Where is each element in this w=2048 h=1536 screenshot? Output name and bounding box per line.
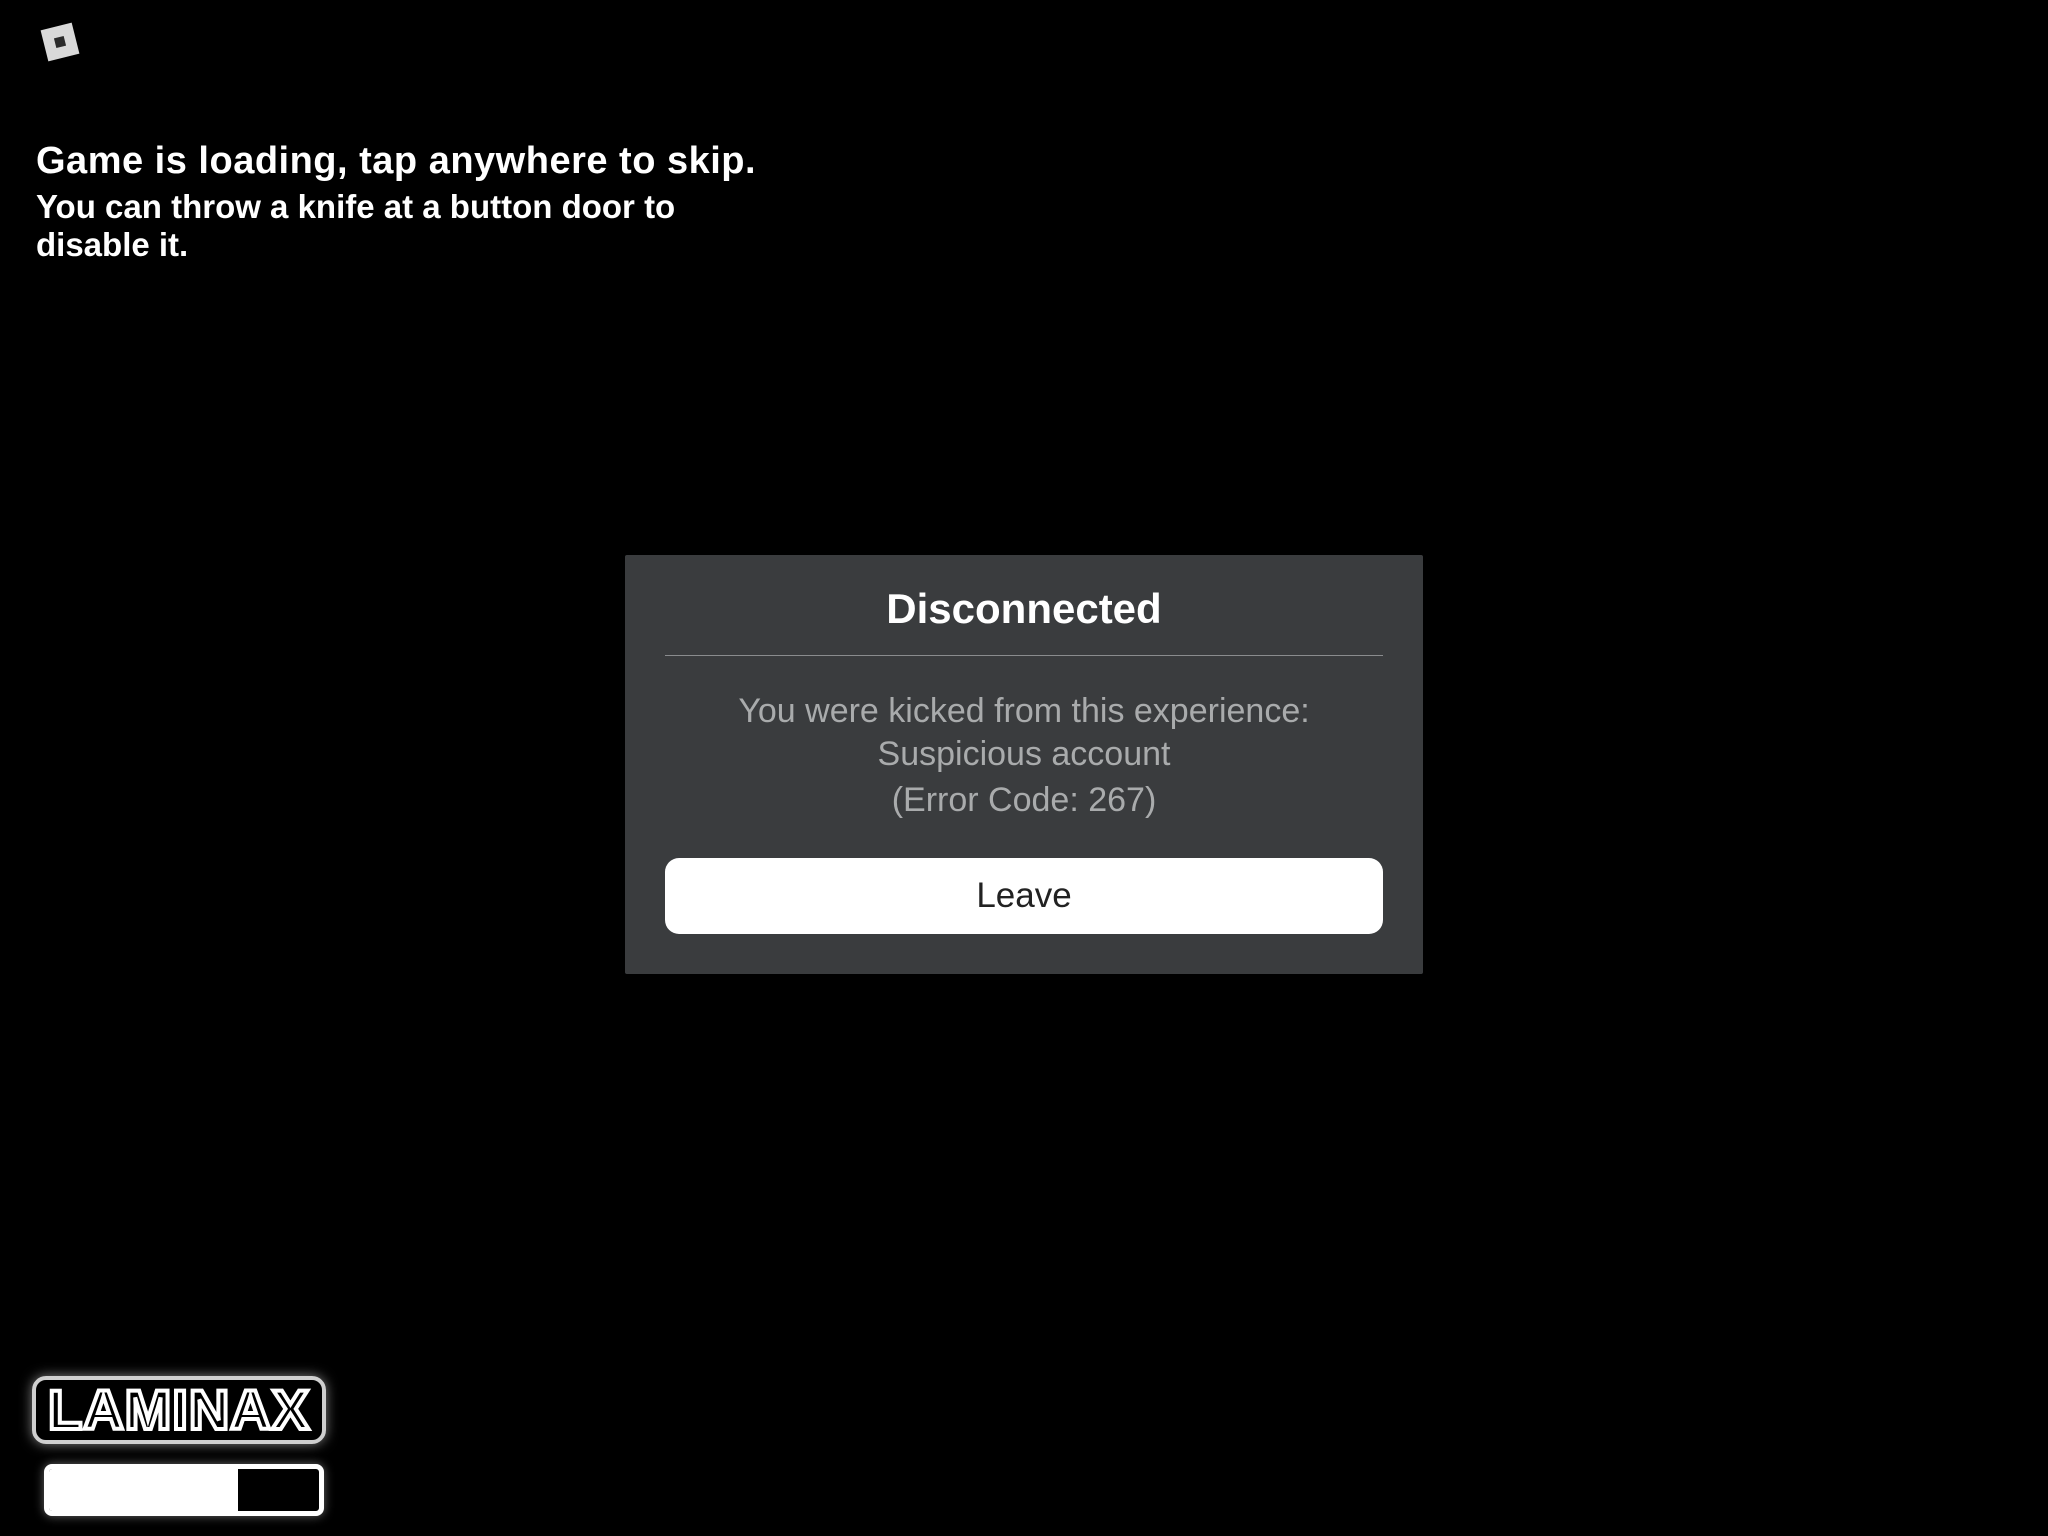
loading-headline: Game is loading, tap anywhere to skip. [36, 140, 796, 184]
loading-progress-bar [44, 1464, 324, 1516]
disconnected-dialog: Disconnected You were kicked from this e… [625, 555, 1423, 974]
roblox-menu-icon[interactable] [36, 18, 84, 66]
game-logo-box: LAMINAX [32, 1376, 326, 1444]
game-logo-text: LAMINAX [48, 1382, 310, 1438]
dialog-title: Disconnected [665, 585, 1383, 655]
loading-tip: You can throw a knife at a button door t… [36, 188, 796, 264]
game-logo: LAMINAX [32, 1376, 326, 1444]
loading-text-block[interactable]: Game is loading, tap anywhere to skip. Y… [36, 140, 796, 264]
dialog-error-code: (Error Code: 267) [665, 781, 1383, 820]
dialog-divider [665, 655, 1383, 656]
dialog-message: You were kicked from this experience: Su… [665, 690, 1383, 775]
leave-button[interactable]: Leave [665, 858, 1383, 934]
loading-progress-fill [49, 1469, 238, 1511]
